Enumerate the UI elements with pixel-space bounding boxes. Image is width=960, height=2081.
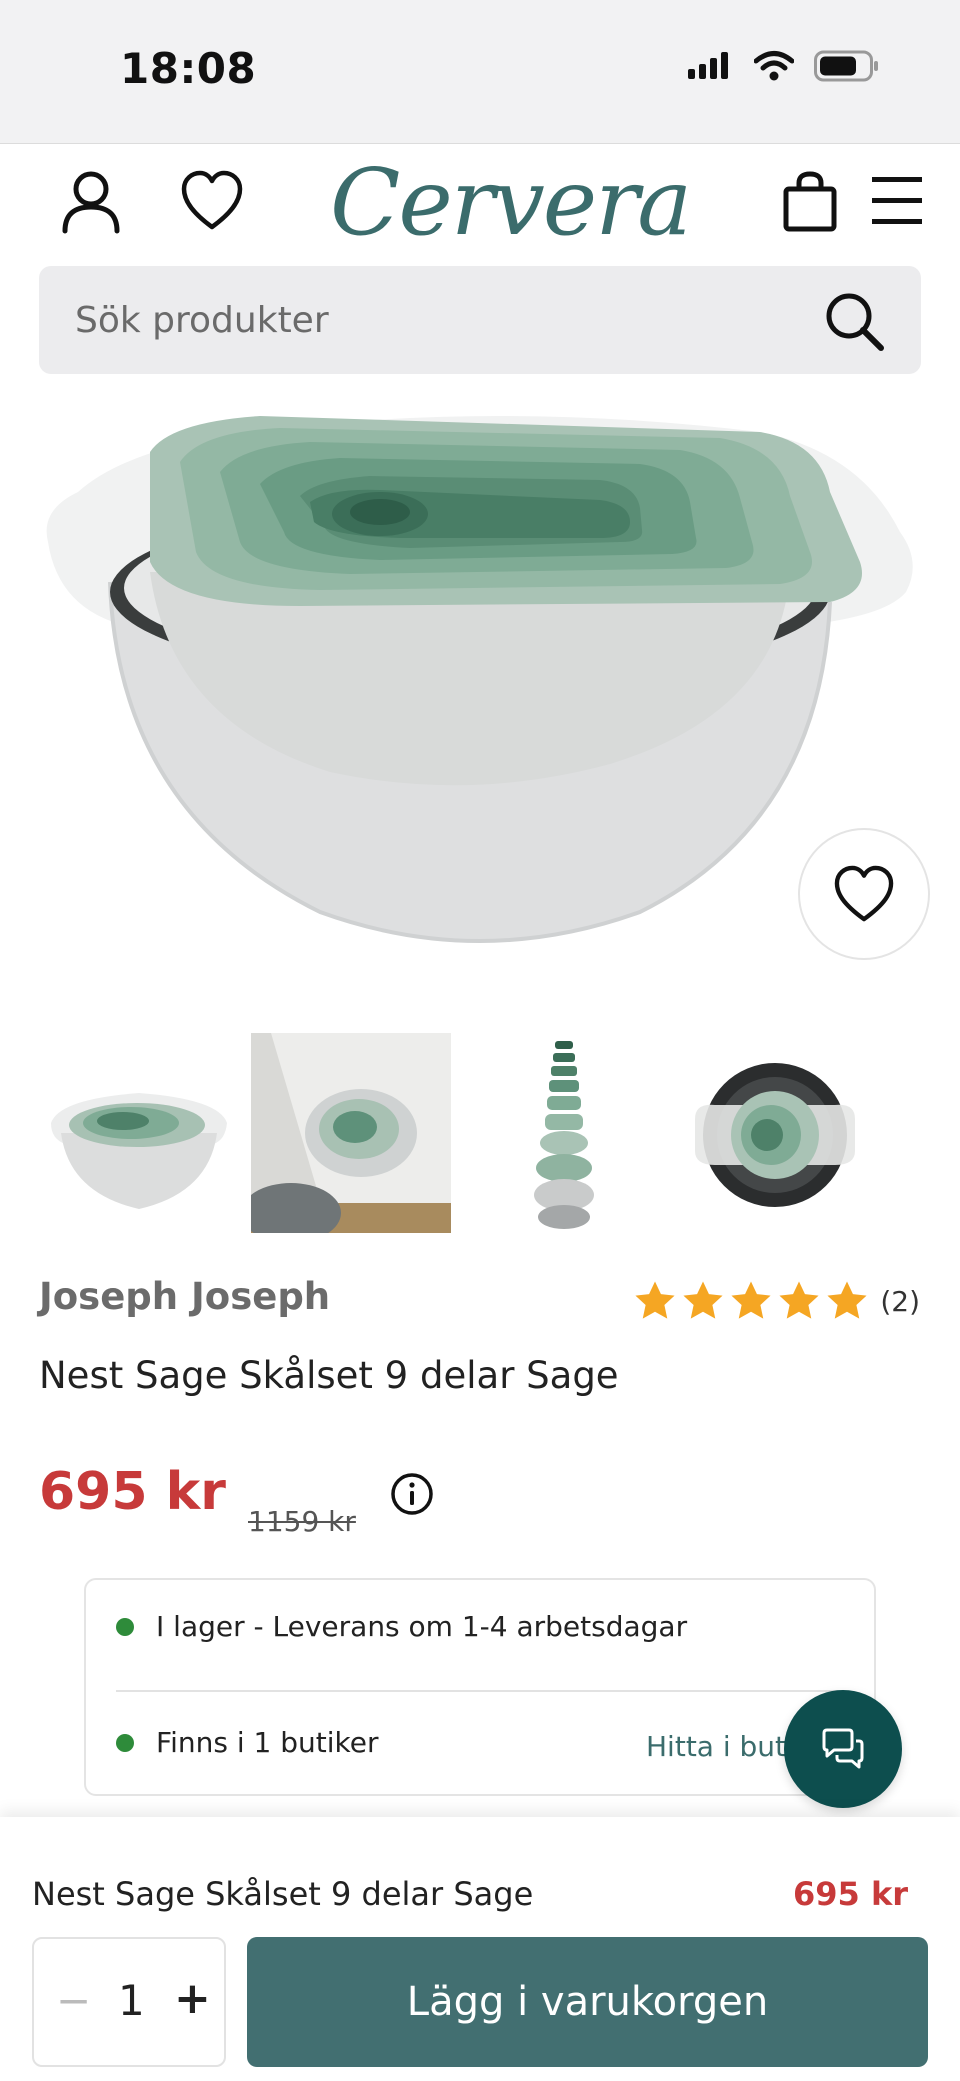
status-time: 18:08 (120, 44, 257, 93)
cart-icon[interactable] (782, 171, 838, 237)
quantity-increase-button[interactable]: + (174, 1977, 211, 2021)
favorite-button[interactable] (798, 828, 930, 960)
quantity-value[interactable]: 1 (118, 1979, 145, 2023)
star-icon (731, 1281, 771, 1319)
star-icon (827, 1281, 867, 1319)
in-stock-dot-icon (116, 1617, 134, 1636)
sticky-add-to-cart-bar: Nest Sage Skålset 9 delar Sage 695 kr − … (0, 1817, 960, 2081)
in-stock-dot-icon (116, 1733, 134, 1752)
sticky-product-title: Nest Sage Skålset 9 delar Sage (32, 1875, 534, 1913)
star-icon (683, 1281, 723, 1319)
product-brand[interactable]: Joseph Joseph (39, 1275, 330, 1318)
store-stock-text: Finns i 1 butiker (156, 1726, 379, 1759)
availability-box: I lager - Leverans om 1-4 arbetsdagar Fi… (84, 1578, 876, 1796)
online-stock-text: I lager - Leverans om 1-4 arbetsdagar (156, 1610, 688, 1643)
product-title: Nest Sage Skålset 9 delar Sage (39, 1354, 619, 1397)
battery-icon (814, 50, 878, 82)
quantity-stepper: − 1 + (32, 1937, 226, 2067)
search-input[interactable] (75, 292, 775, 348)
thumbnail-bowls-top[interactable] (675, 1033, 875, 1233)
site-header: Cervera (0, 145, 960, 263)
search-bar (39, 266, 921, 374)
chat-icon (822, 1728, 864, 1769)
quantity-decrease-button[interactable]: − (56, 1979, 91, 2023)
sticky-product-price: 695 kr (793, 1875, 908, 1913)
menu-icon[interactable] (870, 175, 924, 231)
thumbnail-bowls-drawer[interactable] (241, 1033, 451, 1243)
signal-icon (688, 52, 728, 79)
status-bar: 18:08 (0, 0, 960, 144)
rating-count: (2) (880, 1284, 920, 1318)
search-icon[interactable] (823, 290, 885, 356)
star-icon (779, 1281, 819, 1319)
account-icon[interactable] (60, 169, 122, 239)
star-icon (635, 1281, 675, 1319)
online-stock-row: I lager - Leverans om 1-4 arbetsdagar (116, 1610, 687, 1643)
divider (116, 1690, 844, 1692)
wishlist-icon[interactable] (180, 169, 244, 235)
status-icons (686, 50, 880, 82)
store-stock-row: Finns i 1 butiker (116, 1726, 378, 1759)
info-icon[interactable] (390, 1472, 434, 1520)
chat-button[interactable] (784, 1690, 902, 1808)
brand-logo[interactable]: Cervera (330, 153, 692, 253)
heart-icon (834, 865, 894, 922)
product-original-price: 1159 kr (248, 1505, 356, 1538)
product-rating[interactable]: (2) (632, 1278, 920, 1324)
thumbnail-bowls-front[interactable] (39, 1033, 239, 1233)
wifi-icon (754, 51, 794, 81)
product-price: 695 kr (39, 1462, 226, 1522)
thumbnail-bowls-stacked[interactable] (463, 1033, 663, 1233)
add-to-cart-button[interactable]: Lägg i varukorgen (247, 1937, 928, 2067)
